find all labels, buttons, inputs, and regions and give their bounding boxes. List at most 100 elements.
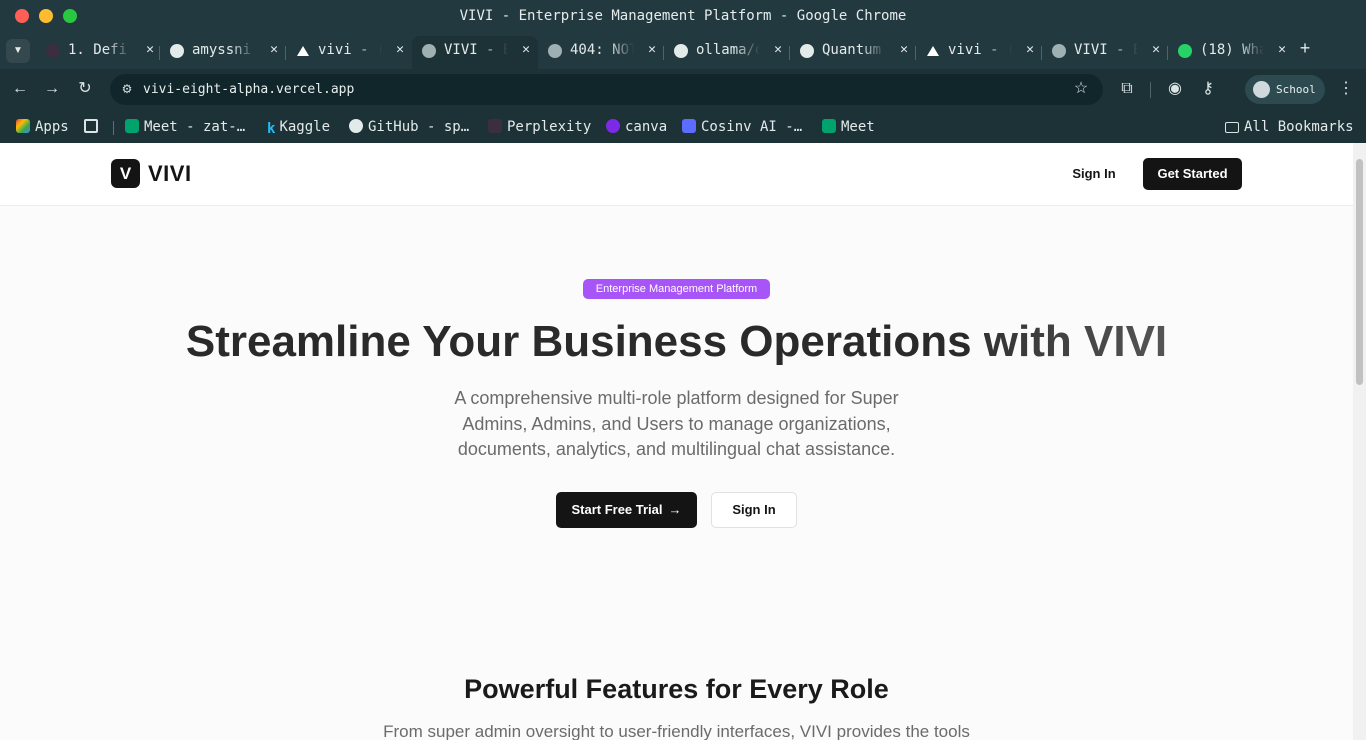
google-meet-icon xyxy=(125,119,139,133)
site-header: V VIVI Sign In Get Started xyxy=(0,143,1353,206)
github-icon xyxy=(349,119,363,133)
tab-label: VIVI - E xyxy=(444,42,508,58)
kaggle-icon: k xyxy=(267,121,276,137)
vercel-icon xyxy=(297,46,309,56)
bookmark-label: Perplexity xyxy=(507,119,592,135)
apps-grid-icon xyxy=(16,119,30,133)
tab-close-icon[interactable]: ✕ xyxy=(900,42,908,57)
browser-tab[interactable]: (18) Wha ✕ xyxy=(1168,36,1294,69)
globe-icon xyxy=(548,44,562,58)
hero-title-accent: with VIVI xyxy=(983,317,1168,366)
bookmark-label: Kaggle xyxy=(279,119,331,135)
browser-tab[interactable]: amyssni ✕ xyxy=(160,36,286,69)
start-free-trial-button[interactable]: Start Free Trial → xyxy=(556,492,697,528)
browser-tab[interactable]: Quantum ✕ xyxy=(790,36,916,69)
bookmark-label: canva xyxy=(625,119,668,135)
tab-label: VIVI - E xyxy=(1074,42,1138,58)
tab-close-icon[interactable]: ✕ xyxy=(774,42,782,57)
web-page: V VIVI Sign In Get Started Enterprise Ma… xyxy=(0,143,1353,740)
bookmark-item[interactable]: canva xyxy=(606,116,667,138)
globe-icon xyxy=(422,44,436,58)
site-settings-icon[interactable]: ⚙ xyxy=(118,80,136,98)
vercel-icon xyxy=(927,46,939,56)
get-started-button[interactable]: Get Started xyxy=(1143,158,1242,190)
address-bar-url[interactable]: vivi-eight-alpha.vercel.app xyxy=(143,74,354,105)
profile-avatar xyxy=(1253,81,1270,98)
incognito-icon[interactable]: ◉ xyxy=(1164,78,1186,100)
page-scrollbar[interactable] xyxy=(1353,143,1366,740)
bookmark-label: GitHub - sp… xyxy=(368,119,470,135)
tab-groups-icon xyxy=(84,119,98,133)
tab-label: vivi - ( xyxy=(948,42,1012,58)
hero-sign-in-button[interactable]: Sign In xyxy=(711,492,797,528)
logo-mark[interactable]: V xyxy=(111,159,140,188)
browser-tab[interactable]: 404: NOT ✕ xyxy=(538,36,664,69)
tab-close-icon[interactable]: ✕ xyxy=(648,42,656,57)
forward-icon[interactable]: → xyxy=(41,78,63,100)
address-bar[interactable]: ⚙ vivi-eight-alpha.vercel.app ☆ xyxy=(110,74,1103,105)
extensions-icon[interactable]: ⧉ xyxy=(1116,78,1138,100)
tab-strip: ▼ 1. Defi ✕ amyssni ✕ vivi - ( ✕ VIVI - … xyxy=(0,32,1366,69)
tab-label: vivi - ( xyxy=(318,42,382,58)
hero-title-main: Streamline Your Business Operations xyxy=(185,317,984,366)
bookmark-label: Cosinv AI -… xyxy=(701,119,803,135)
password-key-icon[interactable]: ⚷ xyxy=(1197,78,1219,100)
bookmark-label: All Bookmarks xyxy=(1244,119,1354,135)
tab-label: ollama/o xyxy=(696,42,760,58)
tab-label: 1. Defi xyxy=(68,42,128,58)
hero-badge: Enterprise Management Platform xyxy=(583,279,770,299)
browser-tab[interactable]: 1. Defi ✕ xyxy=(36,36,162,69)
arrow-right-icon: → xyxy=(668,502,682,517)
tab-label: Quantum xyxy=(822,42,882,58)
bookmark-divider xyxy=(113,121,114,135)
browser-toolbar: ← → ↻ ⚙ vivi-eight-alpha.vercel.app ☆ ⧉ … xyxy=(0,69,1366,111)
whatsapp-icon xyxy=(1178,44,1192,58)
bookmark-star-icon[interactable]: ☆ xyxy=(1071,79,1091,99)
all-bookmarks-button[interactable]: All Bookmarks xyxy=(1225,116,1354,138)
bookmark-apps[interactable]: Apps xyxy=(16,116,69,138)
new-tab-button[interactable]: + xyxy=(1296,36,1314,60)
tab-close-icon[interactable]: ✕ xyxy=(1278,42,1286,57)
window-titlebar: VIVI - Enterprise Management Platform - … xyxy=(0,0,1366,32)
brand-name[interactable]: VIVI xyxy=(148,159,192,188)
tab-label: amyssni xyxy=(192,42,252,58)
bookmark-tab-groups[interactable] xyxy=(84,116,103,138)
start-free-trial-label: Start Free Trial xyxy=(571,502,663,517)
toolbar-divider xyxy=(1150,82,1151,98)
bookmarks-bar: Apps Meet - zat-… k Kaggle GitHub - sp… P… xyxy=(0,111,1366,143)
back-icon[interactable]: ← xyxy=(9,78,31,100)
github-icon xyxy=(800,44,814,58)
bookmark-item[interactable]: GitHub - sp… xyxy=(349,116,469,138)
profile-button[interactable]: School xyxy=(1245,75,1325,104)
tab-close-icon[interactable]: ✕ xyxy=(146,42,154,57)
bookmark-label: Apps xyxy=(35,119,69,135)
bookmark-item[interactable]: Perplexity xyxy=(488,116,591,138)
bookmark-item[interactable]: Meet - zat-… xyxy=(125,116,245,138)
tab-close-icon[interactable]: ✕ xyxy=(396,42,404,57)
browser-tab[interactable]: vivi - ( ✕ xyxy=(916,36,1042,69)
hero-title: Streamline Your Business Operations with… xyxy=(0,313,1353,371)
nav-sign-in-button[interactable]: Sign In xyxy=(1063,158,1125,190)
browser-tab-active[interactable]: VIVI - E ✕ xyxy=(412,36,538,69)
github-icon xyxy=(674,44,688,58)
folder-icon xyxy=(1225,122,1239,133)
tab-close-icon[interactable]: ✕ xyxy=(1152,42,1160,57)
tab-close-icon[interactable]: ✕ xyxy=(270,42,278,57)
browser-tab[interactable]: ollama/o ✕ xyxy=(664,36,790,69)
scrollbar-thumb[interactable] xyxy=(1356,159,1363,385)
tab-search-chevron-icon[interactable]: ▼ xyxy=(6,39,30,63)
tab-close-icon[interactable]: ✕ xyxy=(1026,42,1034,57)
profile-label: School xyxy=(1276,83,1316,96)
cosinv-icon xyxy=(682,119,696,133)
github-icon xyxy=(170,44,184,58)
reload-icon[interactable]: ↻ xyxy=(74,78,96,100)
browser-tab[interactable]: VIVI - E ✕ xyxy=(1042,36,1168,69)
browser-tab[interactable]: vivi - ( ✕ xyxy=(286,36,412,69)
tab-close-icon[interactable]: ✕ xyxy=(522,42,530,57)
bookmark-item[interactable]: Cosinv AI -… xyxy=(682,116,802,138)
hero-subtitle: A comprehensive multi-role platform desi… xyxy=(454,388,899,459)
bookmark-item[interactable]: Meet xyxy=(822,116,875,138)
bookmark-item[interactable]: k Kaggle xyxy=(267,116,330,138)
features-subtitle: From super admin oversight to user-frien… xyxy=(383,722,970,740)
chrome-menu-icon[interactable]: ⋮ xyxy=(1338,78,1354,100)
